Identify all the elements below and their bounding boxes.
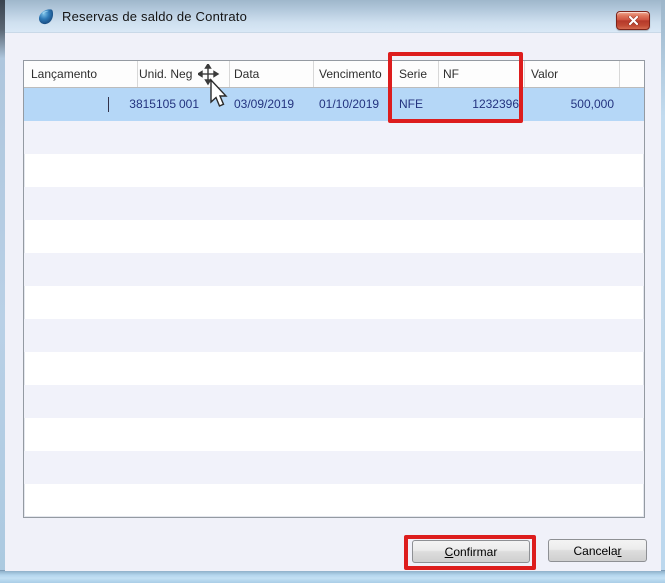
dialog-window: Reservas de saldo de Contrato Lançamento… [0,0,665,583]
table-row-empty [24,484,644,517]
col-header-vencimento[interactable]: Vencimento [319,61,382,88]
table-row-selected[interactable]: 3815105 001 03/09/2019 01/10/2019 NFE 12… [24,88,644,121]
table-row-empty [24,187,644,220]
column-separator[interactable] [137,61,138,87]
table-row-empty [24,286,644,319]
dialog-client-area: Lançamento Unid. Neg Data Vencimento Ser… [5,33,661,571]
column-separator[interactable] [524,61,525,87]
window-frame-bottom [0,570,665,583]
grid-body: 3815105 001 03/09/2019 01/10/2019 NFE 12… [24,88,644,517]
table-row-empty [24,154,644,187]
window-title: Reservas de saldo de Contrato [62,9,248,24]
cancel-button[interactable]: Cancelar [548,539,647,562]
table-row-empty [24,385,644,418]
table-row-empty [24,352,644,385]
table-row-empty [24,253,644,286]
table-row-empty [24,319,644,352]
column-separator[interactable] [619,61,620,87]
cell-data: 03/09/2019 [234,97,295,111]
column-separator[interactable] [229,61,230,87]
column-separator[interactable] [313,61,314,87]
cell-unid-neg: 001 [179,97,200,111]
table-row-empty [24,451,644,484]
cancel-button-accel: r [617,543,622,558]
col-header-unid-neg[interactable]: Unid. Neg [139,61,192,88]
close-icon [627,16,639,25]
grid-header-row: Lançamento Unid. Neg Data Vencimento Ser… [24,61,644,88]
table-row-empty [24,418,644,451]
highlight-serie-nf-columns [388,52,523,123]
col-header-lancamento[interactable]: Lançamento [31,61,97,88]
cell-valor: 500,000 [570,97,614,111]
table-row-empty [24,220,644,253]
cancel-button-label: Cancela [573,543,618,558]
window-frame-right [661,0,665,583]
cell-vencimento: 01/10/2019 [319,97,380,111]
app-drop-icon [38,9,54,25]
close-button[interactable] [616,11,650,30]
title-bar[interactable]: Reservas de saldo de Contrato [5,0,661,33]
highlight-confirm-button [404,535,536,570]
reservas-grid: Lançamento Unid. Neg Data Vencimento Ser… [23,60,645,518]
table-row-empty [24,121,644,154]
col-header-valor[interactable]: Valor [531,61,558,88]
col-header-data[interactable]: Data [234,61,259,88]
cell-lancamento: 3815105 [129,97,176,111]
